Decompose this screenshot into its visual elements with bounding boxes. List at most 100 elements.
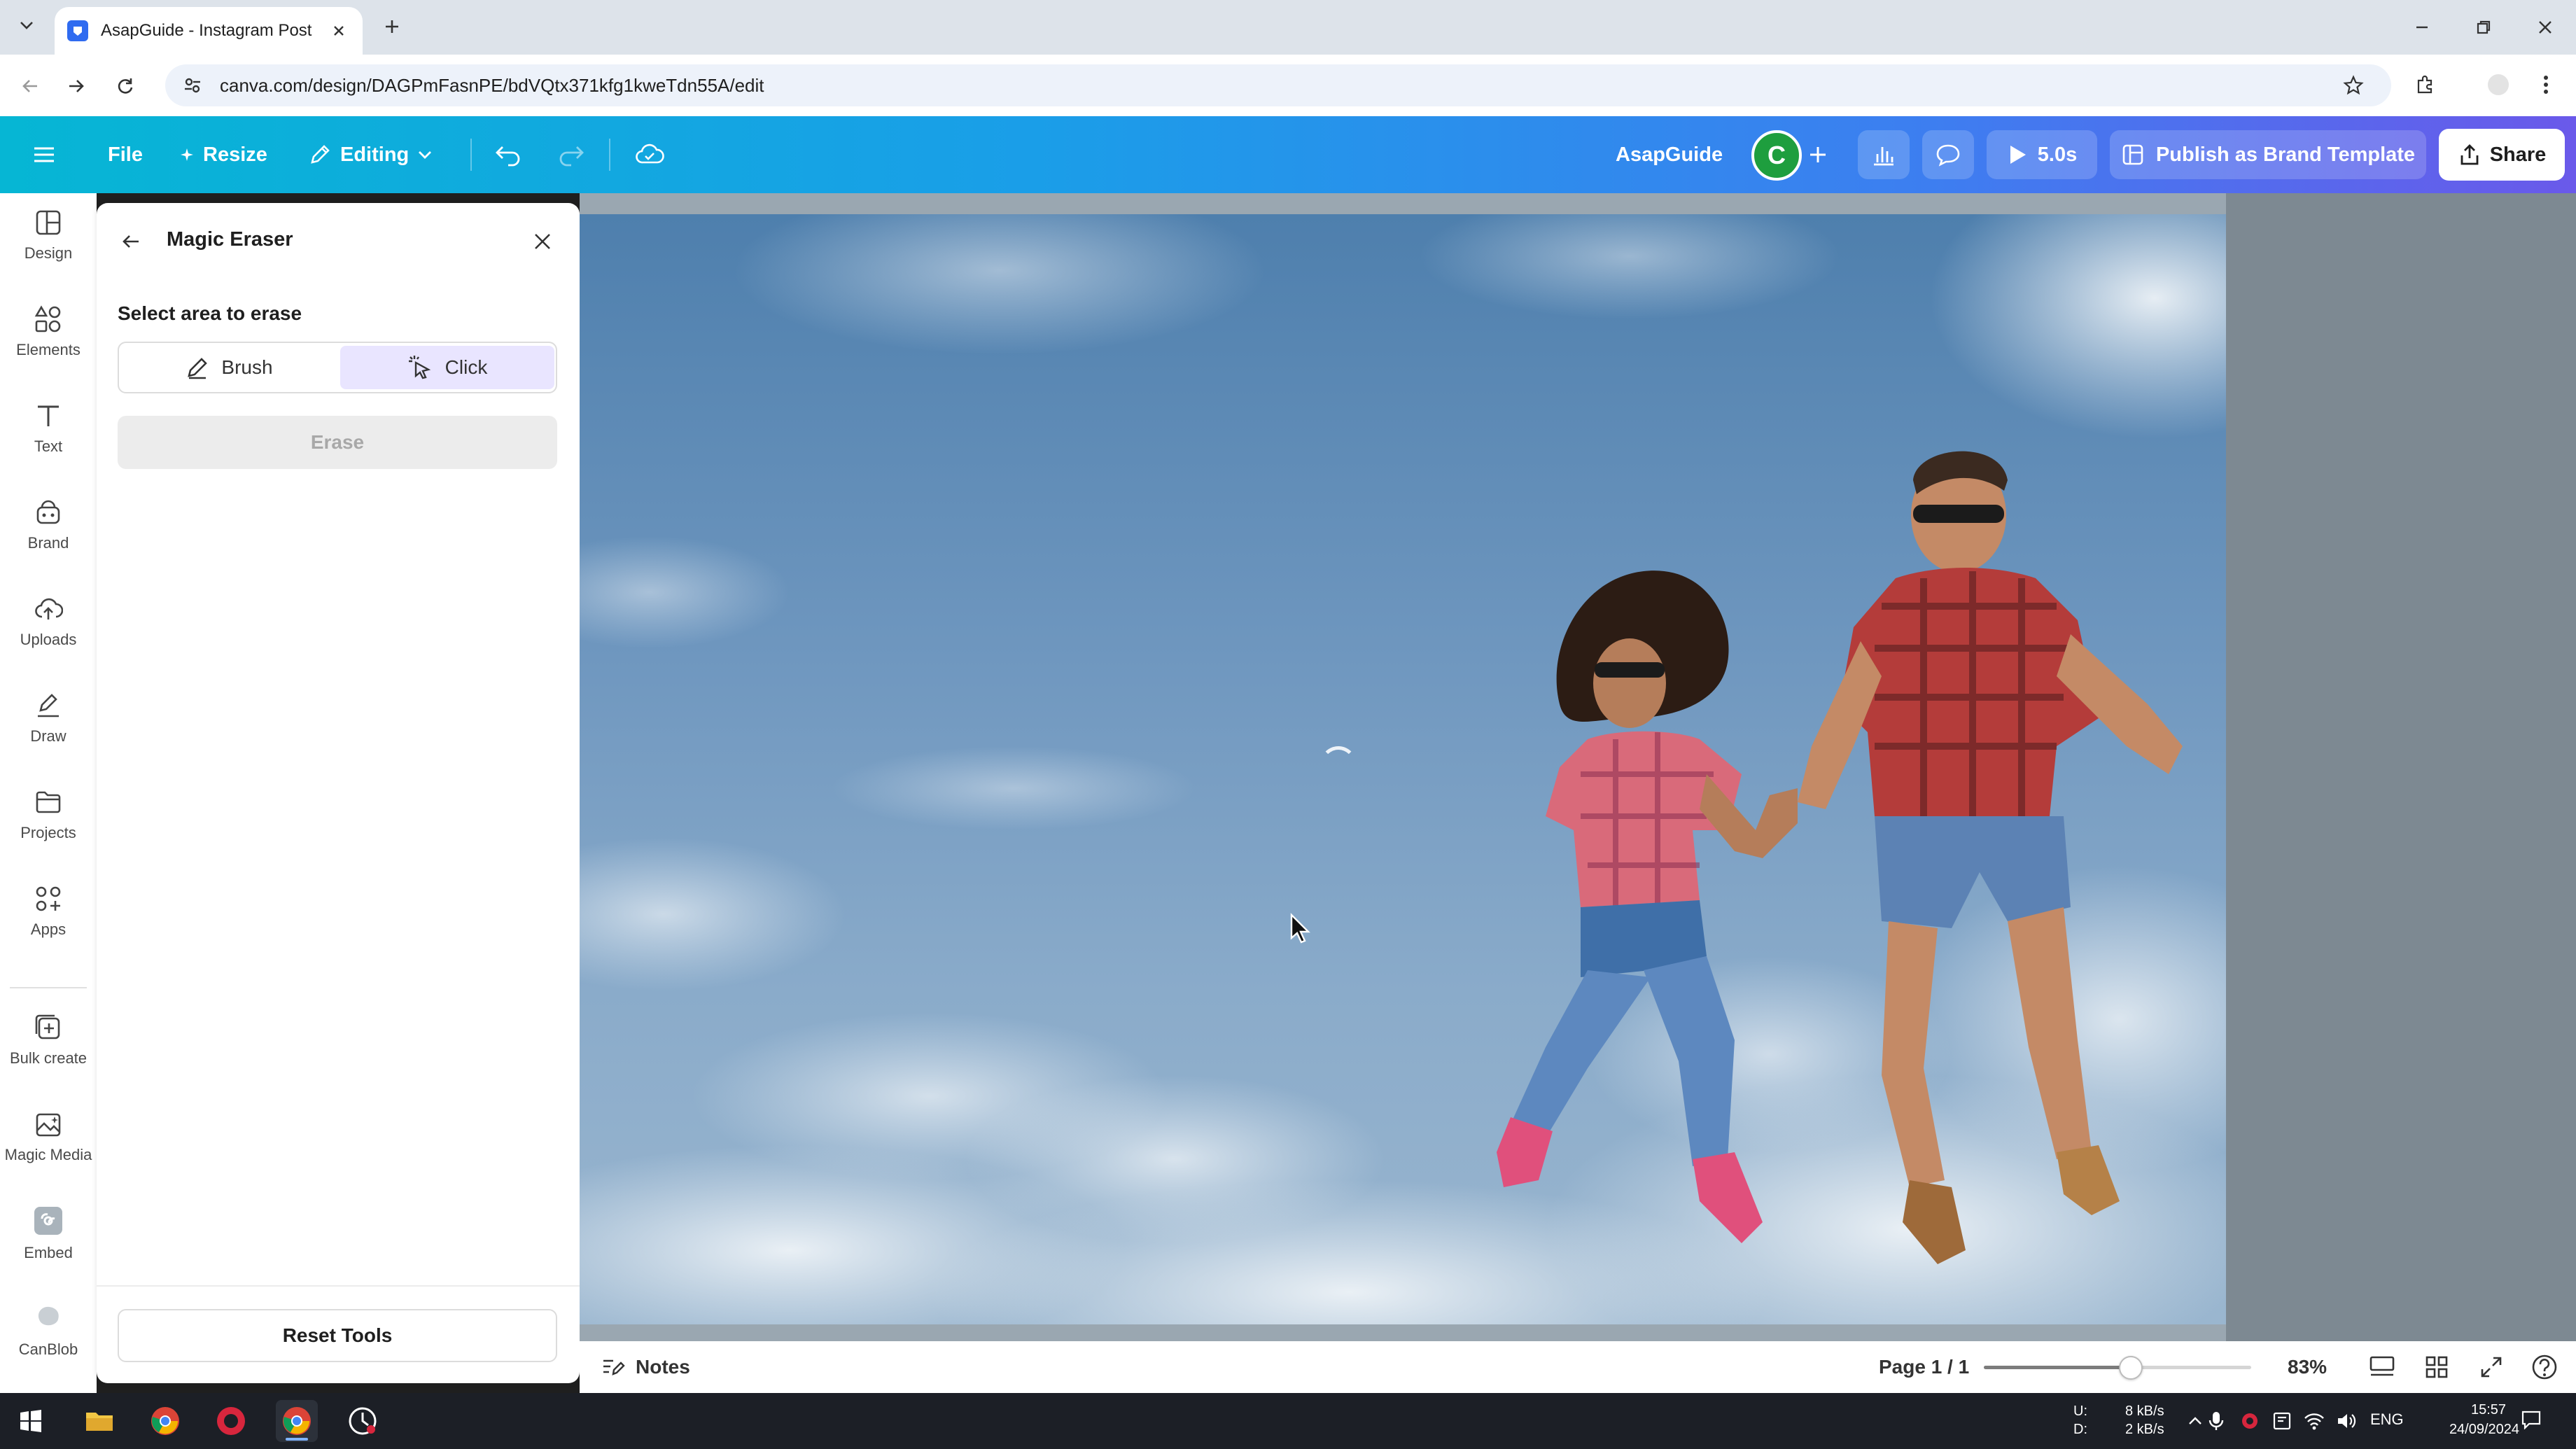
restore-button[interactable] [2463, 10, 2505, 45]
wifi-icon[interactable] [2303, 1410, 2325, 1432]
expand-icon [2481, 1357, 2502, 1378]
file-menu-button[interactable]: File [108, 116, 143, 193]
minimize-button[interactable] [2401, 10, 2443, 45]
reload-icon [118, 78, 133, 94]
design-workspace[interactable] [580, 193, 2576, 1341]
zoom-percentage[interactable]: 83% [2288, 1341, 2327, 1393]
tab-close-button[interactable] [328, 20, 350, 42]
back-button[interactable] [14, 70, 46, 102]
profile-button[interactable] [2482, 69, 2514, 101]
browser-menu-button[interactable] [2530, 69, 2562, 101]
click-label: Click [444, 356, 488, 378]
forward-button[interactable] [60, 70, 92, 102]
sidebar-item-label: Apps [30, 920, 66, 938]
sidebar-item-text[interactable]: Text [0, 386, 97, 470]
resize-button[interactable]: Resize [179, 116, 267, 193]
folder-icon [86, 1413, 113, 1431]
volume-icon[interactable] [2335, 1410, 2358, 1432]
mic-icon[interactable] [2205, 1410, 2227, 1432]
canblob-icon [38, 1306, 59, 1326]
panel-footer-divider [97, 1285, 580, 1287]
bulk-create-icon [35, 1014, 60, 1040]
hamburger-icon [34, 147, 54, 162]
main-menu-button[interactable] [32, 116, 64, 193]
taskbar-file-explorer[interactable] [78, 1400, 120, 1442]
tray-recorder-icon[interactable] [2239, 1410, 2261, 1432]
sidebar-item-embed[interactable]: Embed [0, 1191, 97, 1275]
share-button[interactable]: Share [2439, 129, 2565, 181]
sidebar-item-bulk-create[interactable]: Bulk create [0, 998, 97, 1082]
design-icon [36, 210, 61, 235]
erase-button[interactable]: Erase [118, 416, 557, 469]
present-button[interactable]: 5.0s [1987, 130, 2097, 179]
plus-icon [1810, 147, 1826, 162]
language-indicator[interactable]: ENG [2370, 1411, 2404, 1428]
design-canvas-photo[interactable] [580, 214, 2226, 1324]
more-vertical-icon [2544, 76, 2548, 94]
grid-view-button[interactable] [2421, 1351, 2453, 1383]
sidebar-item-projects[interactable]: Projects [0, 773, 97, 857]
publish-brand-template-button[interactable]: Publish as Brand Template [2110, 130, 2426, 179]
embed-icon [34, 1207, 62, 1235]
text-icon [38, 405, 59, 426]
show-hidden-icons-button[interactable] [2184, 1410, 2206, 1432]
help-button[interactable] [2528, 1351, 2561, 1383]
taskbar-chrome-active[interactable] [276, 1400, 318, 1442]
add-collaborator-button[interactable] [1807, 116, 1837, 193]
extensions-button[interactable] [2409, 69, 2442, 101]
draw-icon [38, 694, 59, 718]
fullscreen-button[interactable] [2475, 1351, 2507, 1383]
reset-tools-button[interactable]: Reset Tools [118, 1309, 557, 1362]
click-mode-button[interactable]: Click [340, 346, 554, 389]
analytics-button[interactable] [1858, 130, 1910, 179]
page-indicator[interactable]: Page 1 / 1 [1879, 1341, 1969, 1393]
select-area-label: Select area to erase [118, 302, 302, 324]
panel-back-button[interactable] [115, 225, 147, 258]
sidebar-divider [10, 987, 87, 988]
site-settings-icon[interactable] [181, 74, 204, 97]
sidebar-item-uploads[interactable]: Uploads [0, 580, 97, 664]
tray-app-icon[interactable] [2271, 1410, 2293, 1432]
url-bar[interactable]: canva.com/design/DAGPmFasnPE/bdVQtx371kf… [165, 64, 2391, 106]
toolbar-divider [609, 139, 610, 171]
notifications-icon[interactable] [2520, 1408, 2542, 1431]
user-avatar[interactable]: C [1751, 130, 1802, 181]
page-view-button[interactable] [2366, 1351, 2398, 1383]
comments-button[interactable] [1922, 130, 1974, 179]
undo-button[interactable] [494, 116, 531, 193]
sidebar-item-magic-media[interactable]: Magic Media [0, 1095, 97, 1179]
taskbar-clock-app[interactable] [342, 1400, 384, 1442]
sidebar-item-brand[interactable]: Brand [0, 483, 97, 567]
new-tab-button[interactable] [378, 13, 406, 41]
bookmark-star-button[interactable] [2341, 73, 2366, 98]
arrow-left-icon [122, 235, 139, 248]
play-duration: 5.0s [2037, 143, 2078, 166]
notes-button[interactable]: Notes [601, 1341, 690, 1393]
save-status-button[interactable] [634, 116, 673, 193]
template-icon [2122, 144, 2143, 165]
editing-mode-dropdown[interactable]: Editing [308, 116, 441, 193]
taskbar-chrome[interactable] [144, 1400, 186, 1442]
team-name[interactable]: AsapGuide [1616, 116, 1723, 193]
tab-list-button[interactable] [13, 11, 41, 39]
tab-title: AsapGuide - Instagram Post [101, 21, 312, 40]
start-button[interactable] [10, 1400, 52, 1442]
zoom-slider-handle[interactable] [2119, 1356, 2143, 1380]
zoom-slider[interactable] [1984, 1356, 2251, 1380]
reload-button[interactable] [109, 70, 141, 102]
sidebar-item-draw[interactable]: Draw [0, 676, 97, 760]
redo-button[interactable] [557, 116, 594, 193]
browser-tab-active[interactable]: AsapGuide - Instagram Post [55, 7, 363, 55]
chevron-up-icon [2189, 1417, 2202, 1424]
sidebar-item-canblob[interactable]: CanBlob [0, 1288, 97, 1372]
sidebar-item-apps[interactable]: Apps [0, 869, 97, 953]
brush-icon [188, 358, 208, 379]
active-app-indicator [286, 1438, 308, 1441]
taskbar-recorder[interactable] [210, 1400, 252, 1442]
comment-icon [1936, 144, 1960, 167]
sidebar-item-design[interactable]: Design [0, 193, 97, 277]
brush-mode-button[interactable]: Brush [122, 346, 336, 389]
sidebar-item-elements[interactable]: Elements [0, 290, 97, 374]
close-window-button[interactable] [2524, 10, 2566, 45]
panel-close-button[interactable] [525, 224, 560, 259]
